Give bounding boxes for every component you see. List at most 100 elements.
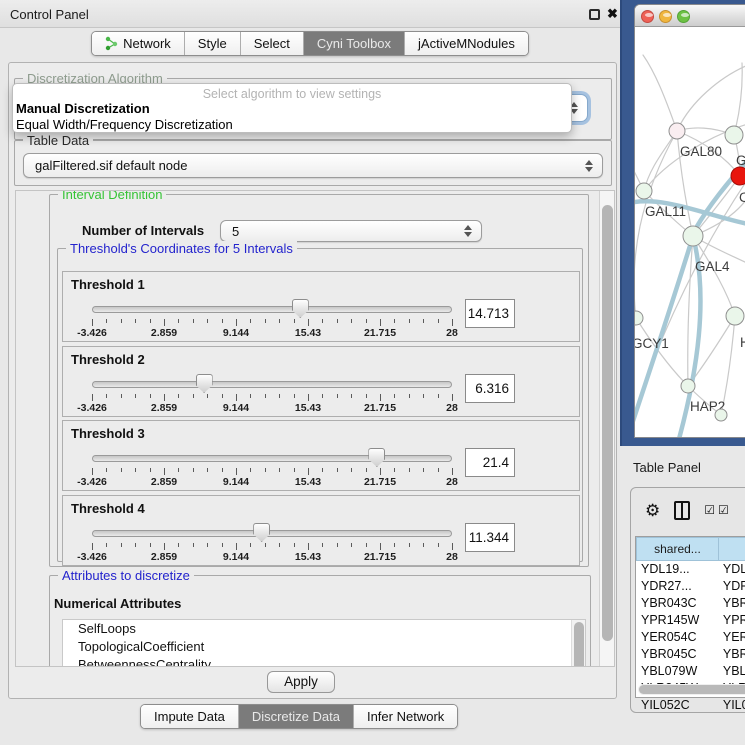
table-cell-name[interactable]: YBR0 <box>719 646 745 663</box>
tick <box>265 319 266 323</box>
tick <box>222 319 223 323</box>
tick <box>452 468 453 475</box>
threshold-value-field[interactable]: 21.4 <box>465 448 515 477</box>
tab-cyni-toolbox[interactable]: Cyni Toolbox <box>304 32 405 55</box>
network-node-c[interactable] <box>731 167 745 185</box>
tab-impute-data[interactable]: Impute Data <box>141 705 239 728</box>
table-cell-shared[interactable]: YIL052C <box>636 697 719 713</box>
network-window-titlebar[interactable] <box>635 5 745 27</box>
table-cell-name[interactable]: YBL0 <box>719 663 745 680</box>
attributes-scrollbar[interactable] <box>571 620 585 667</box>
table-cell-shared[interactable]: YBL079W <box>636 663 719 680</box>
column-header-name[interactable]: na <box>719 537 745 561</box>
table-row[interactable]: YBR043CYBR0 <box>636 595 745 612</box>
threshold-value-field[interactable]: 14.713 <box>465 299 515 328</box>
attributes-scrollbar-thumb[interactable] <box>574 622 584 667</box>
close-traffic-light[interactable] <box>641 10 654 23</box>
tick <box>308 394 309 401</box>
table-cell-name[interactable]: YER0 <box>719 629 745 646</box>
slider-thumb[interactable] <box>253 523 270 542</box>
tick <box>121 319 122 323</box>
table-cell-shared[interactable]: YBR045C <box>636 646 719 663</box>
network-node-gal80[interactable] <box>669 123 685 139</box>
apply-button[interactable]: Apply <box>267 671 335 693</box>
tick <box>236 468 237 475</box>
threshold-value-field[interactable]: 11.344 <box>465 523 515 552</box>
network-node-ga[interactable] <box>725 126 743 144</box>
settings-scrollbar-thumb[interactable] <box>602 205 613 641</box>
slider-thumb[interactable] <box>368 448 385 467</box>
network-node[interactable] <box>715 409 727 421</box>
close-icon[interactable]: ✖ <box>607 6 618 22</box>
top-tabbar: Network Style Select Cyni Toolbox jActiv… <box>0 31 620 56</box>
table-hscrollbar-thumb[interactable] <box>639 685 745 694</box>
table-cell-name[interactable]: YPR1 <box>719 612 745 629</box>
table-cell-shared[interactable]: YER054C <box>636 629 719 646</box>
table-cell-shared[interactable]: YPR145W <box>636 612 719 629</box>
table-cell-name[interactable]: YDL1 <box>719 561 745 578</box>
table-row[interactable]: YPR145WYPR1 <box>636 612 745 629</box>
network-node-gal4[interactable] <box>683 226 703 246</box>
numerical-attributes-list[interactable]: SelfLoopsTopologicalCoefficientBetweenne… <box>62 619 586 667</box>
tab-discretize-data[interactable]: Discretize Data <box>239 705 354 728</box>
minimize-traffic-light[interactable] <box>659 10 672 23</box>
tick <box>308 319 309 326</box>
threshold-label: Threshold 1 <box>71 277 145 292</box>
checkbox-checked-icon[interactable]: ☑ <box>704 503 715 517</box>
slider-thumb[interactable] <box>196 374 213 393</box>
tick <box>222 543 223 547</box>
columns-icon[interactable] <box>674 501 690 520</box>
tab-jactivemnodules[interactable]: jActiveMNodules <box>405 32 528 55</box>
settings-vertical-scrollbar[interactable] <box>599 191 614 666</box>
attribute-list-item[interactable]: BetweennessCentrality <box>63 656 585 667</box>
table-cell-shared[interactable]: YBR043C <box>636 595 719 612</box>
network-canvas[interactable]: GAL80GACGAL11GAL4GCY1HHAP2 <box>635 27 745 438</box>
tick <box>380 468 381 475</box>
slider-thumb[interactable] <box>292 299 309 318</box>
float-window-icon[interactable] <box>589 9 600 20</box>
attribute-list-item[interactable]: SelfLoops <box>63 620 585 638</box>
tick <box>135 394 136 398</box>
tick-label: -3.426 <box>69 476 115 488</box>
tab-infer-network[interactable]: Infer Network <box>354 705 457 728</box>
table-row[interactable]: YDL19...YDL1 <box>636 561 745 578</box>
dropdown-option-equal-width-frequency[interactable]: Equal Width/Frequency Discretization <box>13 117 571 133</box>
slider-track[interactable] <box>92 530 452 537</box>
slider-track[interactable] <box>92 455 452 462</box>
tick <box>394 394 395 398</box>
table-cell-name[interactable]: YDR2 <box>719 578 745 595</box>
checkbox-checked-icon[interactable]: ☑ <box>718 503 729 517</box>
tab-select[interactable]: Select <box>241 32 304 55</box>
table-data-combobox[interactable]: galFiltered.sif default node <box>23 153 603 178</box>
slider-track[interactable] <box>92 381 452 388</box>
tab-network[interactable]: Network <box>92 32 185 55</box>
tick <box>452 543 453 550</box>
table-row[interactable]: YER054CYER0 <box>636 629 745 646</box>
table-row[interactable]: YBR045CYBR0 <box>636 646 745 663</box>
table-cell-shared[interactable]: YDR27... <box>636 578 719 595</box>
network-node-gcy1[interactable] <box>635 311 643 325</box>
slider-track[interactable] <box>92 306 452 313</box>
gear-icon[interactable]: ⚙ <box>645 502 660 519</box>
number-of-intervals-combobox[interactable]: 5 <box>220 220 482 242</box>
table-row[interactable]: YBL079WYBL0 <box>636 663 745 680</box>
network-node-hap2[interactable] <box>681 379 695 393</box>
tick <box>92 468 93 475</box>
network-node-h[interactable] <box>726 307 744 325</box>
table-row[interactable]: YDR27...YDR2 <box>636 578 745 595</box>
table-horizontal-scrollbar[interactable] <box>638 684 745 695</box>
tick-label: 2.859 <box>141 476 187 488</box>
network-node-gal11[interactable] <box>636 183 652 199</box>
table-cell-shared[interactable]: YDL19... <box>636 561 719 578</box>
tab-style[interactable]: Style <box>185 32 241 55</box>
table-cell-name[interactable]: YBR0 <box>719 595 745 612</box>
table-row[interactable]: YIL052CYIL0 <box>636 697 745 713</box>
tick <box>337 543 338 547</box>
tick-label: -3.426 <box>69 327 115 339</box>
threshold-value-field[interactable]: 6.316 <box>465 374 515 403</box>
dropdown-option-manual-discretization[interactable]: Manual Discretization <box>13 101 571 117</box>
attribute-list-item[interactable]: TopologicalCoefficient <box>63 638 585 656</box>
zoom-traffic-light[interactable] <box>677 10 690 23</box>
table-cell-name[interactable]: YIL0 <box>719 697 745 713</box>
column-header-shared[interactable]: shared... <box>636 537 719 561</box>
